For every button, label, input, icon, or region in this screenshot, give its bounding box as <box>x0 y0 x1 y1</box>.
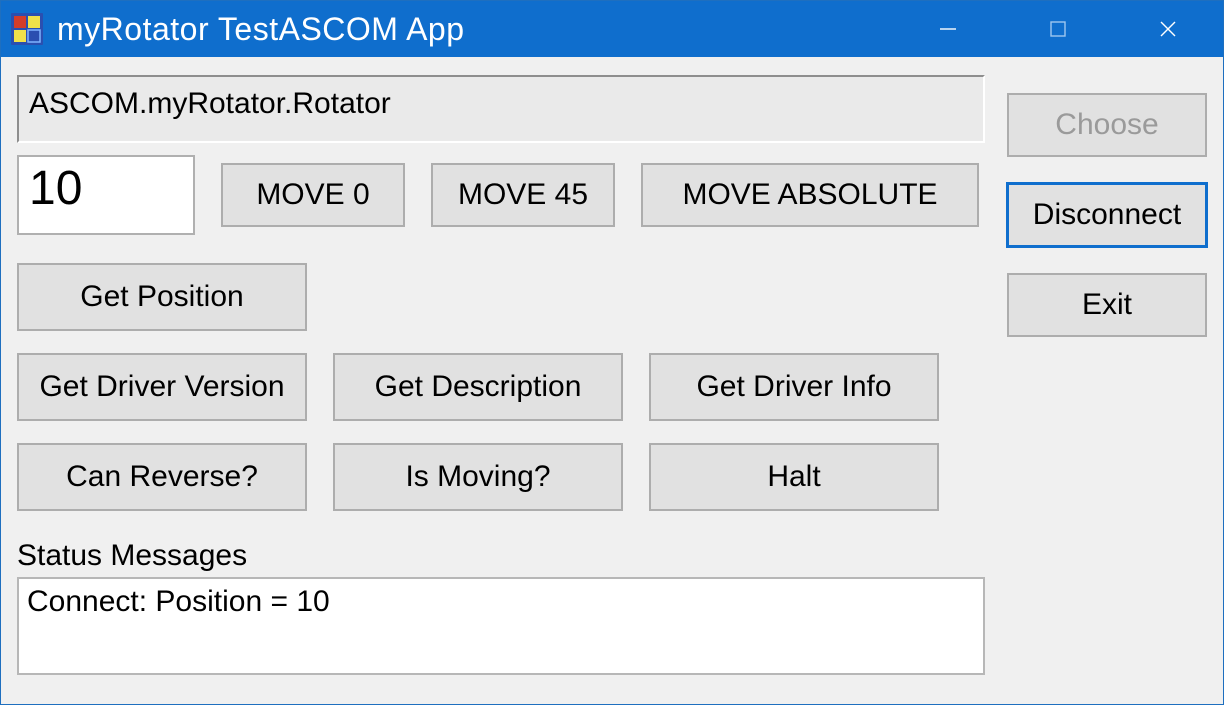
exit-button[interactable]: Exit <box>1007 273 1207 337</box>
get-position-button[interactable]: Get Position <box>17 263 307 331</box>
minimize-button[interactable] <box>893 1 1003 57</box>
choose-button: Choose <box>1007 93 1207 157</box>
position-row: Get Position <box>17 263 985 331</box>
main-column: ASCOM.myRotator.Rotator 10 MOVE 0 MOVE 4… <box>17 75 985 688</box>
close-icon <box>1158 19 1178 39</box>
titlebar: myRotator TestASCOM App <box>1 1 1223 57</box>
system-buttons <box>893 1 1223 57</box>
driver-id-display: ASCOM.myRotator.Rotator <box>17 75 985 143</box>
status-messages: Connect: Position = 10 <box>17 577 985 675</box>
position-input[interactable]: 10 <box>17 155 195 235</box>
app-window: myRotator TestASCOM App ASCOM.my <box>0 0 1224 705</box>
info-row: Get Driver Version Get Description Get D… <box>17 353 985 421</box>
disconnect-button[interactable]: Disconnect <box>1007 183 1207 247</box>
is-moving-button[interactable]: Is Moving? <box>333 443 623 511</box>
close-button[interactable] <box>1113 1 1223 57</box>
app-icon <box>11 13 43 45</box>
maximize-button[interactable] <box>1003 1 1113 57</box>
move-45-button[interactable]: MOVE 45 <box>431 163 615 227</box>
status-label: Status Messages <box>17 539 985 573</box>
maximize-icon <box>1049 20 1067 38</box>
get-description-button[interactable]: Get Description <box>333 353 623 421</box>
move-0-button[interactable]: MOVE 0 <box>221 163 405 227</box>
minimize-icon <box>938 19 958 39</box>
move-row: 10 MOVE 0 MOVE 45 MOVE ABSOLUTE <box>17 155 985 235</box>
get-driver-info-button[interactable]: Get Driver Info <box>649 353 939 421</box>
client-area: ASCOM.myRotator.Rotator 10 MOVE 0 MOVE 4… <box>1 57 1223 704</box>
get-driver-version-button[interactable]: Get Driver Version <box>17 353 307 421</box>
window-title: myRotator TestASCOM App <box>57 11 893 48</box>
side-column: Choose Disconnect Exit <box>1007 75 1207 688</box>
control-row: Can Reverse? Is Moving? Halt <box>17 443 985 511</box>
halt-button[interactable]: Halt <box>649 443 939 511</box>
can-reverse-button[interactable]: Can Reverse? <box>17 443 307 511</box>
move-absolute-button[interactable]: MOVE ABSOLUTE <box>641 163 979 227</box>
